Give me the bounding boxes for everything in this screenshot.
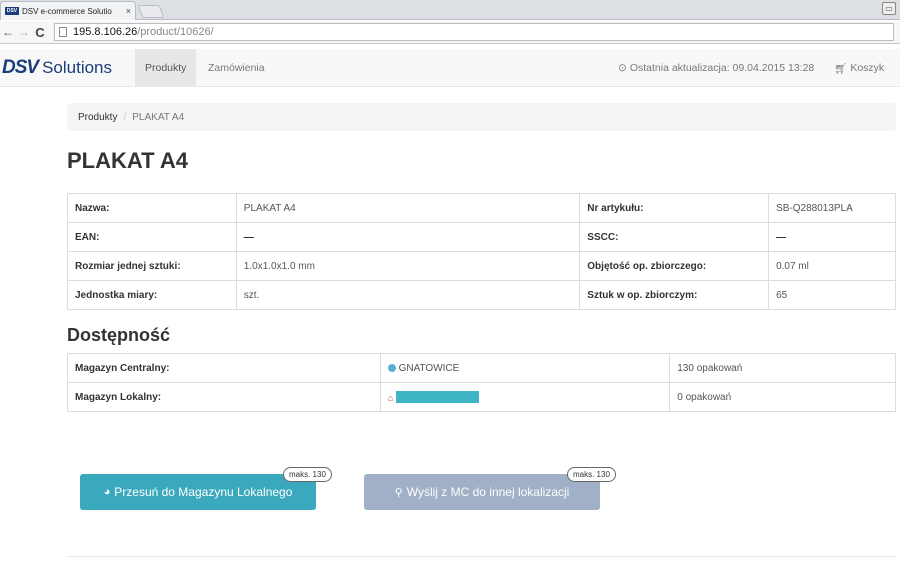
last-update: ⊙ Ostatnia aktualizacja: 09.04.2015 13:2… xyxy=(618,49,814,87)
detail-value: — xyxy=(768,222,896,252)
warehouse-location: GNATOWICE xyxy=(379,353,671,383)
window-restore-icon[interactable]: ▭ xyxy=(882,2,896,15)
cart-label: Koszyk xyxy=(850,62,885,74)
detail-label: Nazwa: xyxy=(67,193,237,223)
max-badge: maks. 130 xyxy=(283,467,332,482)
cart-link[interactable]: 🛒︎ Koszyk xyxy=(834,49,884,87)
send-button-label: Wyślij z MC do innej lokalizacji xyxy=(406,485,570,499)
nav-item-zamowienia[interactable]: Zamówienia xyxy=(198,49,275,87)
url-host: 195.8.106.26 xyxy=(73,26,138,38)
back-button[interactable]: ← xyxy=(0,25,16,39)
detail-label: Jednostka miary: xyxy=(67,280,237,310)
detail-value: 1.0x1.0x1.0 mm xyxy=(235,251,581,281)
detail-label: SSCC: xyxy=(579,222,770,252)
location-redacted-bar xyxy=(396,390,480,403)
dsv-favicon-icon: DSV xyxy=(5,7,19,15)
tab-title: DSV e-commerce Solutio xyxy=(22,6,112,16)
table-row: Rozmiar jednej sztuki: 1.0x1.0x1.0 mm Ob… xyxy=(67,251,896,281)
home-icon: ⌂ xyxy=(387,392,394,403)
detail-value: 0.07 ml xyxy=(768,251,896,281)
browser-toolbar: ← → C 195.8.106.26/product/10626/ xyxy=(0,21,900,44)
detail-value: — xyxy=(235,222,581,252)
url-bar[interactable]: 195.8.106.26/product/10626/ xyxy=(54,23,894,41)
page-title: PLAKAT A4 xyxy=(67,148,188,173)
brand-solutions: Solutions xyxy=(42,58,113,77)
app-navbar: DSV Solutions Produkty Zamówienia ⊙ Osta… xyxy=(0,49,900,87)
reload-button[interactable]: C xyxy=(32,25,48,40)
clock-icon: ⊙ xyxy=(618,62,627,74)
breadcrumb: Produkty / PLAKAT A4 xyxy=(67,103,896,131)
move-button-label: Przesuń do Magazynu Lokalnego xyxy=(114,485,293,499)
globe-icon: ◕ xyxy=(103,486,111,498)
tab-close-icon[interactable]: × xyxy=(126,6,131,16)
table-row: Magazyn Lokalny: ⌂ 0 opakowań xyxy=(67,382,896,412)
detail-value: SB-Q288013PLA xyxy=(768,193,896,223)
detail-value: 65 xyxy=(768,280,896,310)
brand-logo[interactable]: DSV Solutions xyxy=(2,57,112,79)
browser-tab[interactable]: DSV DSV e-commerce Solutio × xyxy=(0,1,136,20)
forward-button[interactable]: → xyxy=(16,25,32,39)
table-row: Nazwa: PLAKAT A4 Nr artykułu: SB-Q288013… xyxy=(67,193,896,223)
map-marker-icon: ⚲ xyxy=(394,486,403,499)
location-text: GNATOWICE xyxy=(398,362,460,374)
package-count: 130 opakowań xyxy=(669,353,896,383)
package-count: 0 opakowań xyxy=(669,382,896,412)
globe-icon xyxy=(387,363,396,372)
detail-label: Rozmiar jednej sztuki: xyxy=(67,251,237,281)
footer-divider xyxy=(67,556,896,557)
detail-label: EAN: xyxy=(67,222,237,252)
browser-tabstrip: DSV DSV e-commerce Solutio × ▭ xyxy=(0,0,900,20)
table-row: Jednostka miary: szt. Sztuk w op. zbiorc… xyxy=(67,280,896,310)
breadcrumb-produkty[interactable]: Produkty xyxy=(78,112,117,123)
detail-value: szt. xyxy=(235,280,581,310)
table-row: Magazyn Centralny: GNATOWICE 130 opakowa… xyxy=(67,353,896,383)
breadcrumb-separator: / xyxy=(123,111,127,123)
table-row: EAN: — SSCC: — xyxy=(67,222,896,252)
availability-title: Dostępność xyxy=(67,325,171,345)
product-details-table: Nazwa: PLAKAT A4 Nr artykułu: SB-Q288013… xyxy=(67,193,896,310)
last-update-text: Ostatnia aktualizacja: 09.04.2015 13:28 xyxy=(629,62,815,74)
move-to-local-button[interactable]: ◕ Przesuń do Magazynu Lokalnego xyxy=(80,474,316,510)
url-path: /product/10626/ xyxy=(137,26,214,38)
detail-label: Objętość op. zbiorczego: xyxy=(579,251,770,281)
availability-table: Magazyn Centralny: GNATOWICE 130 opakowa… xyxy=(67,353,896,412)
detail-label: Sztuk w op. zbiorczym: xyxy=(579,280,770,310)
detail-value: PLAKAT A4 xyxy=(235,193,581,223)
new-tab-button[interactable] xyxy=(137,5,165,18)
cart-icon: 🛒︎ xyxy=(834,62,848,75)
warehouse-location: ⌂ xyxy=(379,382,671,412)
page-icon xyxy=(59,27,67,37)
brand-dsv: DSV xyxy=(2,57,39,78)
nav-item-produkty[interactable]: Produkty xyxy=(135,49,197,87)
max-badge: maks. 130 xyxy=(567,467,616,482)
warehouse-label: Magazyn Lokalny: xyxy=(67,382,381,412)
detail-label: Nr artykułu: xyxy=(579,193,770,223)
warehouse-label: Magazyn Centralny: xyxy=(67,353,381,383)
breadcrumb-current: PLAKAT A4 xyxy=(132,111,185,123)
send-from-mc-button[interactable]: ⚲ Wyślij z MC do innej lokalizacji xyxy=(364,474,600,510)
